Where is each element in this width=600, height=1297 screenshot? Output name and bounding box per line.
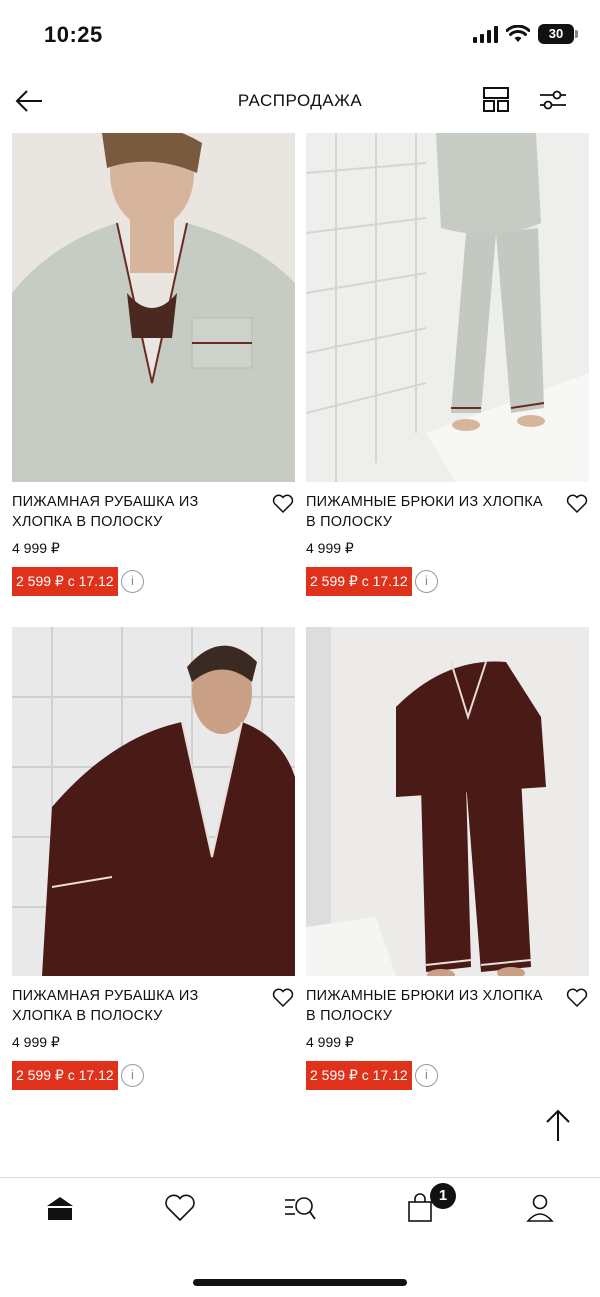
status-time: 10:25 [44,22,103,47]
home-icon [47,1197,73,1220]
page-title: РАСПРОДАЖА [237,91,363,110]
sale-price-badge: 2 599 ₽ с 17.12 [306,1061,412,1090]
nav-profile[interactable] [520,1188,560,1228]
nav-search[interactable] [280,1188,320,1228]
arrow-up-icon [546,1109,570,1141]
heart-icon [272,494,294,514]
product-image[interactable] [306,133,589,482]
product-name[interactable]: ПИЖАМНЫЕ БРЮКИ ИЗ ХЛОПКА В ПОЛОСКУ [306,492,556,532]
product-image[interactable] [12,133,295,482]
product-name[interactable]: ПИЖАМНАЯ РУБАШКА ИЗ ХЛОПКА В ПОЛОСКУ [12,492,262,532]
favorite-button[interactable] [566,988,588,1008]
header: РАСПРОДАЖА [0,76,600,126]
old-price: 4 999 ₽ [306,1034,354,1050]
product-image[interactable] [306,627,589,976]
old-price: 4 999 ₽ [306,540,354,556]
favorite-button[interactable] [272,988,294,1008]
heart-icon [566,988,588,1008]
wifi-icon [506,25,530,42]
status-icons: 30 [473,24,578,44]
home-indicator [193,1279,407,1286]
filter-icon [540,90,566,110]
sale-price-badge: 2 599 ₽ с 17.12 [12,1061,118,1090]
profile-icon [526,1194,554,1222]
heart-icon [165,1194,195,1222]
scroll-to-top-button[interactable] [544,1108,572,1142]
heart-icon [272,988,294,1008]
sale-price-badge: 2 599 ₽ с 17.12 [306,567,412,596]
sale-price-badge: 2 599 ₽ с 17.12 [12,567,118,596]
nav-favorites[interactable] [160,1188,200,1228]
info-icon[interactable]: i [415,1064,438,1087]
product-image[interactable] [12,627,295,976]
old-price: 4 999 ₽ [12,1034,60,1050]
signal-icon [473,25,498,43]
product-name[interactable]: ПИЖАМНАЯ РУБАШКА ИЗ ХЛОПКА В ПОЛОСКУ [12,986,262,1026]
product-name[interactable]: ПИЖАМНЫЕ БРЮКИ ИЗ ХЛОПКА В ПОЛОСКУ [306,986,556,1026]
grid-view-button[interactable] [482,86,510,114]
old-price: 4 999 ₽ [12,540,60,556]
grid-icon [483,87,509,112]
battery-icon: 30 [538,24,578,44]
info-icon[interactable]: i [121,1064,144,1087]
filter-button[interactable] [538,86,568,114]
info-icon[interactable]: i [121,570,144,593]
nav-home[interactable] [40,1188,80,1228]
info-icon[interactable]: i [415,570,438,593]
heart-icon [566,494,588,514]
favorite-button[interactable] [566,494,588,514]
search-icon [285,1197,316,1220]
cart-count-badge: 1 [430,1183,456,1209]
status-bar: 10:25 30 [0,0,600,70]
favorite-button[interactable] [272,494,294,514]
